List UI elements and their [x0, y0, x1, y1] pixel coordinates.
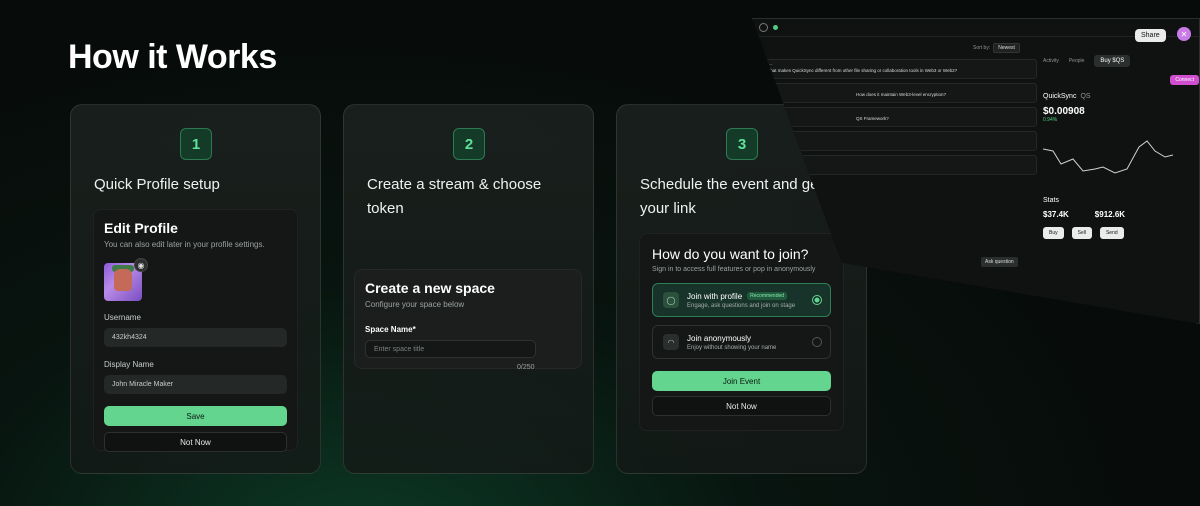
stat-value: $37.4K	[1043, 210, 1069, 219]
app-screenshot: Share ✕ Sort by: Newest ● ─ What makes Qu…	[752, 18, 1200, 326]
username-field[interactable]: 432kh4324	[104, 328, 287, 347]
app-window: Share ✕ Sort by: Newest ● ─ What makes Qu…	[752, 18, 1200, 324]
share-button[interactable]: Share	[1135, 29, 1166, 42]
space-name-label: Space Name*	[365, 325, 416, 334]
live-indicator	[773, 25, 778, 30]
join-anonymously-option[interactable]: ◠ Join anonymously Enjoy without showing…	[652, 325, 831, 359]
camera-icon[interactable]: ◉	[134, 258, 148, 272]
token-panel: Activity People Buy $QS Connect QuickSyn…	[1042, 55, 1199, 239]
step-number: 2	[453, 128, 485, 160]
step-card-profile: 1 Quick Profile setup Edit Profile You c…	[70, 104, 321, 474]
step-number: 1	[180, 128, 212, 160]
not-now-button[interactable]: Not Now	[104, 432, 287, 452]
buy-button[interactable]: Buy	[1043, 227, 1064, 239]
new-space-panel: Create a new space Configure your space …	[354, 269, 582, 371]
list-item[interactable]: ● ─ What makes QuickSync different from o…	[761, 59, 1037, 79]
edit-profile-subtitle: You can also edit later in your profile …	[104, 240, 265, 249]
space-name-input[interactable]: Enter space title	[365, 340, 536, 358]
stat-value: $912.6K	[1094, 210, 1126, 219]
sort-by-label: Sort by:	[973, 45, 991, 51]
ghost-icon: ◠	[663, 334, 679, 350]
step-card-stream: 2 Create a stream & choose token Create …	[343, 104, 594, 474]
username-label: Username	[104, 313, 141, 322]
tab-people[interactable]: People	[1069, 58, 1085, 64]
edit-profile-panel: Edit Profile You can also edit later in …	[93, 209, 298, 452]
app-logo-icon	[759, 23, 768, 32]
option-desc: Enjoy without showing your name	[687, 344, 777, 351]
buy-qs-button[interactable]: Buy $QS	[1094, 55, 1131, 67]
price-chart	[1042, 140, 1174, 174]
sell-button[interactable]: Sell	[1071, 227, 1092, 239]
char-count: 0/250	[517, 364, 535, 371]
display-name-field[interactable]: John Miracle Maker	[104, 375, 287, 394]
option-title: Join with profile	[687, 291, 743, 301]
token-price: $0.00908	[1043, 106, 1085, 117]
question-list: ● ─ What makes QuickSync different from o…	[761, 55, 1037, 175]
save-button[interactable]: Save	[104, 406, 287, 426]
stats-label: Stats	[1043, 197, 1059, 204]
token-name: QuickSync	[1043, 93, 1077, 100]
option-title: Join anonymously	[687, 333, 752, 343]
token-symbol: QS	[1080, 93, 1091, 100]
list-item[interactable]: ● ─	[761, 155, 1037, 175]
connect-button[interactable]: Connect	[1170, 75, 1199, 85]
display-name-label: Display Name	[104, 360, 154, 369]
profile-icon[interactable]: ✕	[1177, 27, 1191, 41]
ask-question-button[interactable]: Ask question	[981, 257, 1018, 267]
list-item[interactable]: ● ─	[761, 131, 1037, 151]
price-change: 0.94%	[1043, 117, 1058, 123]
tab-activity[interactable]: Activity	[1043, 58, 1059, 64]
avatar[interactable]: ◉	[104, 258, 148, 301]
step-title: Create a stream & choose token	[367, 176, 542, 217]
radio-unselected[interactable]	[812, 337, 822, 347]
new-space-subtitle: Configure your space below	[365, 300, 465, 309]
user-icon: ◯	[663, 292, 679, 308]
step-title: Quick Profile setup	[94, 176, 220, 193]
edit-profile-title: Edit Profile	[104, 220, 178, 236]
list-item[interactable]: ● ─ QS Framework?	[761, 107, 1037, 127]
send-button[interactable]: Send	[1099, 227, 1124, 239]
sort-select[interactable]: Newest	[993, 43, 1020, 53]
list-item[interactable]: ● ─ How does it maintain Web3-level encry…	[761, 83, 1037, 103]
page-headline: How it Works	[68, 38, 277, 76]
not-now-button[interactable]: Not Now	[652, 396, 831, 416]
new-space-title: Create a new space	[365, 280, 495, 296]
join-event-button[interactable]: Join Event	[652, 371, 831, 391]
